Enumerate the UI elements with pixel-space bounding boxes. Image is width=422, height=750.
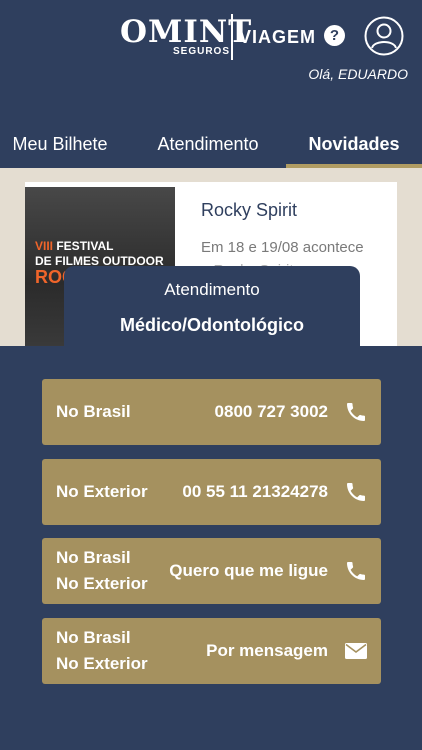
contact-region-secondary: No Exterior — [56, 654, 148, 673]
contact-action: Por mensagem — [206, 641, 328, 660]
contact-region-secondary: No Exterior — [56, 574, 148, 593]
contact-number: 00 55 11 21324278 — [182, 482, 328, 501]
sheet-title: Médico/Odontológico — [120, 315, 304, 335]
product-name: VIAGEM — [239, 27, 317, 47]
contact-region: No Brasil — [56, 548, 131, 567]
contact-sheet-header: Atendimento Médico/Odontológico — [64, 266, 360, 356]
phone-icon — [347, 483, 365, 501]
contact-region: No Brasil — [56, 628, 131, 647]
tab-meu-bilhete[interactable]: Meu Bilhete — [0, 128, 120, 168]
contact-region: No Exterior — [56, 482, 148, 501]
news-card-title: Rocky Spirit — [201, 200, 298, 220]
user-avatar-icon[interactable] — [364, 16, 404, 56]
contact-number: 0800 727 3002 — [214, 402, 328, 421]
tab-atendimento[interactable]: Atendimento — [140, 128, 276, 168]
phone-icon — [347, 562, 365, 580]
call-exterior-button[interactable]: No Exterior 00 55 11 21324278 — [42, 459, 381, 525]
news-card-description: Em 18 e 19/08 acontece — [201, 239, 364, 256]
app-header: OMINT SEGUROS VIAGEM ? Olá, EDUARDO — [0, 0, 422, 120]
omint-viagem-logo: OMINT SEGUROS VIAGEM — [120, 14, 320, 62]
envelope-icon — [345, 643, 367, 659]
send-message-button[interactable]: No Brasil No Exterior Por mensagem — [42, 618, 381, 684]
contact-action: Quero que me ligue — [169, 561, 328, 580]
request-callback-button[interactable]: No Brasil No Exterior Quero que me ligue — [42, 538, 381, 604]
tab-bar: Meu Bilhete Atendimento Novidades — [0, 128, 422, 168]
sheet-label: Atendimento — [164, 280, 260, 299]
tab-novidades[interactable]: Novidades — [286, 128, 422, 168]
logo-divider — [231, 14, 233, 60]
call-brasil-button[interactable]: No Brasil 0800 727 3002 — [42, 379, 381, 445]
user-greeting: Olá, EDUARDO — [308, 66, 408, 82]
image-caption-line1: VIII FESTIVAL — [35, 239, 114, 253]
help-icon[interactable]: ? — [324, 25, 345, 46]
contact-region: No Brasil — [56, 402, 131, 421]
brand-subtitle: SEGUROS — [173, 46, 231, 57]
phone-icon — [347, 403, 365, 421]
